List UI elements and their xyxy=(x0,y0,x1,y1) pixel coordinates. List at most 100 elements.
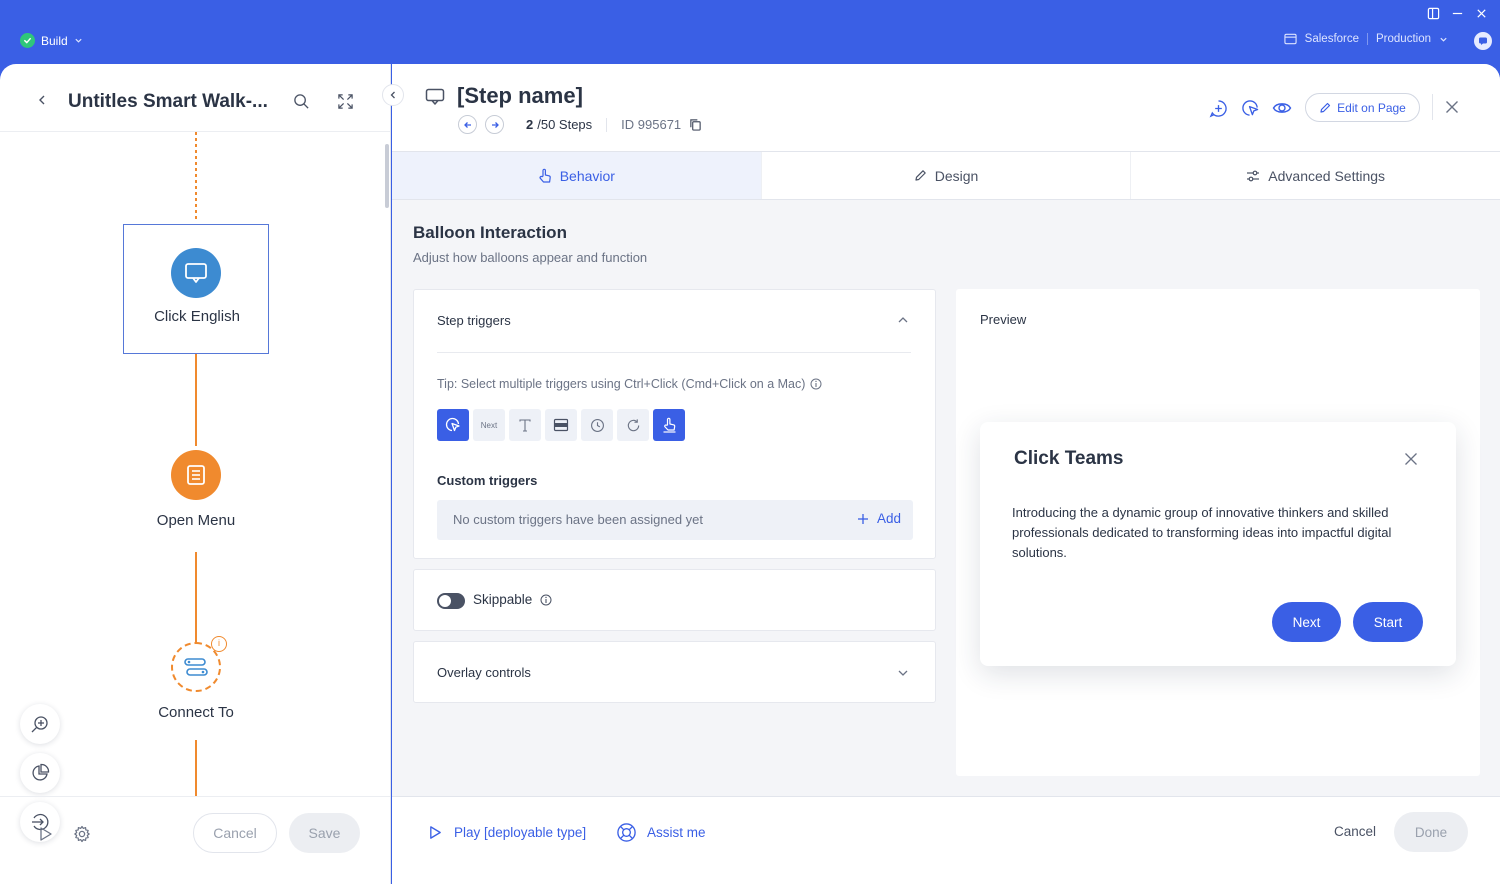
top-bar: Build Salesforce Production xyxy=(0,0,1500,64)
overlay-controls-card[interactable]: Overlay controls xyxy=(413,641,936,703)
editor-footer: Play [deployable type] Assist me Cancel … xyxy=(392,796,1500,884)
chevron-down-icon[interactable] xyxy=(897,667,909,679)
tab-label: Design xyxy=(934,167,979,184)
balloon-text: Introducing the a dynamic group of innov… xyxy=(1012,505,1392,560)
window-controls xyxy=(1426,6,1488,20)
triggers-tip: Tip: Select multiple triggers using Ctrl… xyxy=(437,377,822,391)
close-window-icon[interactable] xyxy=(1474,6,1488,20)
collapse-panel-button[interactable] xyxy=(382,84,404,106)
next-step-button[interactable] xyxy=(485,115,504,134)
play-label: Play [deployable type] xyxy=(454,825,587,840)
assist-me-button[interactable]: Assist me xyxy=(616,822,706,843)
edit-on-page-button[interactable]: Edit on Page xyxy=(1305,93,1420,122)
step-current: 2 xyxy=(526,117,534,132)
step-triggers-card: Step triggers Tip: Select multiple trigg… xyxy=(413,289,936,559)
flow-title: Untitles Smart Walk-... xyxy=(68,91,268,112)
flow-footer: Cancel Save xyxy=(0,796,390,884)
close-icon[interactable] xyxy=(1404,452,1418,466)
flow-step-connect-to[interactable]: i Connect To xyxy=(96,636,296,721)
balloon-icon xyxy=(425,88,445,106)
assist-label: Assist me xyxy=(647,825,706,840)
add-trigger-button[interactable]: Add xyxy=(857,511,901,526)
trigger-refresh-icon[interactable] xyxy=(617,409,649,441)
trigger-hover-icon[interactable] xyxy=(653,409,685,441)
info-icon[interactable] xyxy=(810,378,822,390)
step-label: Click English xyxy=(154,308,240,325)
trigger-click-icon[interactable] xyxy=(437,409,469,441)
play-deployable-button[interactable]: Play [deployable type] xyxy=(428,825,586,840)
balloon-preview: Click Teams Introducing the a dynamic gr… xyxy=(980,422,1456,666)
zoom-in-icon[interactable] xyxy=(20,704,60,744)
cancel-button[interactable]: Cancel xyxy=(193,813,277,853)
play-icon xyxy=(428,825,443,840)
environment-selector[interactable]: Salesforce Production xyxy=(1284,33,1448,45)
header-tools xyxy=(1208,98,1292,118)
step-header: [Step name] 2 /50 Steps ID 995671 Edit o… xyxy=(392,64,1500,152)
plus-icon xyxy=(857,513,869,525)
close-icon[interactable] xyxy=(1445,100,1459,114)
gear-icon[interactable] xyxy=(73,825,91,843)
skippable-toggle[interactable] xyxy=(437,593,465,609)
pencil-icon xyxy=(914,169,927,182)
cancel-button[interactable]: Cancel xyxy=(1334,824,1376,839)
trigger-text-icon[interactable] xyxy=(509,409,541,441)
chevron-up-icon[interactable] xyxy=(897,314,909,326)
step-name[interactable]: [Step name] xyxy=(457,83,583,109)
platform-label: Salesforce xyxy=(1304,33,1360,45)
connector-line xyxy=(195,552,197,644)
click-target-icon[interactable] xyxy=(1240,98,1260,118)
trigger-element-icon[interactable] xyxy=(545,409,577,441)
preview-panel: Preview Click Teams Introducing the a dy… xyxy=(956,289,1480,776)
balloon-icon xyxy=(171,248,221,298)
done-button[interactable]: Done xyxy=(1394,812,1468,852)
tip-text: Tip: Select multiple triggers using Ctrl… xyxy=(437,377,806,391)
build-label: Build xyxy=(41,33,68,48)
build-menu[interactable]: Build xyxy=(20,33,83,48)
custom-triggers-box: No custom triggers have been assigned ye… xyxy=(437,500,913,540)
tab-label: Advanced Settings xyxy=(1268,167,1386,184)
salesforce-icon xyxy=(1284,33,1297,45)
info-icon[interactable] xyxy=(540,594,552,606)
flow-step-open-menu[interactable]: Open Menu xyxy=(96,450,296,529)
split-view-icon[interactable] xyxy=(1426,6,1440,20)
balloon-start-button[interactable]: Start xyxy=(1353,602,1423,642)
trigger-timer-icon[interactable] xyxy=(581,409,613,441)
back-icon[interactable] xyxy=(36,94,48,106)
divider xyxy=(1367,33,1369,45)
connector-line xyxy=(195,132,197,220)
menu-list-icon xyxy=(171,450,221,500)
balloon-next-button[interactable]: Next xyxy=(1272,602,1341,642)
tab-design[interactable]: Design xyxy=(762,152,1132,199)
hand-pointer-icon xyxy=(538,168,552,184)
previous-step-button[interactable] xyxy=(458,115,477,134)
copy-icon[interactable] xyxy=(689,118,702,131)
search-icon[interactable] xyxy=(293,93,310,110)
step-total: /50 Steps xyxy=(537,117,593,132)
step-editor: [Step name] 2 /50 Steps ID 995671 Edit o… xyxy=(392,64,1500,884)
step-id: ID 995671 xyxy=(621,117,682,132)
step-triggers-title: Step triggers xyxy=(437,313,511,328)
minimize-icon[interactable] xyxy=(1450,6,1464,20)
connector-line xyxy=(195,354,197,446)
tab-behavior[interactable]: Behavior xyxy=(392,152,762,199)
scrollbar[interactable] xyxy=(385,144,389,208)
trigger-next-button[interactable]: Next xyxy=(473,409,505,441)
step-label: Open Menu xyxy=(156,512,236,529)
trigger-options: Next xyxy=(437,409,685,441)
preview-label: Preview xyxy=(980,312,1027,327)
expand-icon[interactable] xyxy=(337,93,354,110)
flow-step-click-english[interactable]: Click English xyxy=(123,224,269,354)
chat-icon xyxy=(1478,36,1488,46)
eye-icon[interactable] xyxy=(1272,98,1292,118)
flow-panel: Untitles Smart Walk-... Click English Op… xyxy=(0,64,391,884)
chat-button[interactable] xyxy=(1474,32,1492,50)
overlay-controls-label: Overlay controls xyxy=(437,665,531,680)
pie-chart-icon[interactable] xyxy=(20,753,60,793)
step-label: Connect To xyxy=(158,704,234,721)
play-icon[interactable] xyxy=(38,826,54,842)
pencil-icon xyxy=(1319,102,1331,114)
save-button[interactable]: Save xyxy=(289,813,360,853)
chevron-left-icon xyxy=(388,90,398,100)
add-balloon-icon[interactable] xyxy=(1208,98,1228,118)
tab-advanced-settings[interactable]: Advanced Settings xyxy=(1131,152,1500,199)
